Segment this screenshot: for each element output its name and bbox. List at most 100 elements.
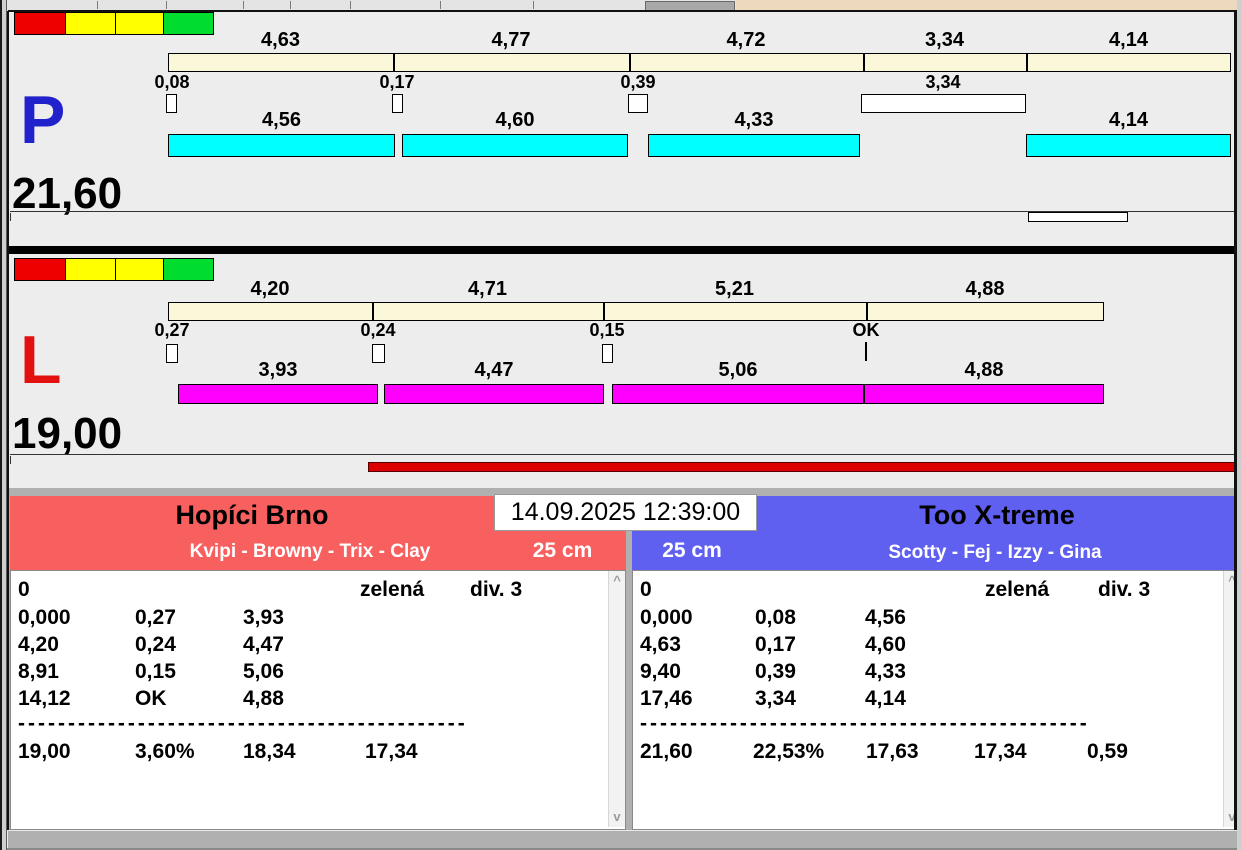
panel-left-border <box>7 11 9 830</box>
faults-cell: 0 <box>640 578 652 601</box>
lane-l-letter: L <box>20 322 62 398</box>
split-cell: 5,06 <box>243 660 284 683</box>
leg-time-label: 5,21 <box>715 278 754 300</box>
run-time-bar <box>864 384 1104 404</box>
team-left-scrollbar[interactable]: ^ v <box>608 571 625 827</box>
status-light-yellow2-p <box>115 12 165 35</box>
status-light-red-l <box>14 258 67 281</box>
team-left-height-class: 25 cm <box>532 539 593 562</box>
run-time-label: 4,14 <box>1109 109 1148 131</box>
team-right-name: Too X-treme <box>919 500 1075 530</box>
summary-cell: 17,34 <box>365 740 418 763</box>
crossing-cell: 3,34 <box>755 687 796 710</box>
strip-divider <box>533 1 534 9</box>
cum-time-cell: 4,20 <box>18 633 59 656</box>
split-cell: 4,47 <box>243 633 284 656</box>
leg-time-bar-p <box>168 53 1231 72</box>
crossing-cell: 0,08 <box>755 606 796 629</box>
crossing-cell: 0,27 <box>135 606 176 629</box>
crossing-cell: 0,24 <box>135 633 176 656</box>
status-light-red-p <box>14 12 67 35</box>
leg-time-label: 4,71 <box>468 278 507 300</box>
bar-segment-divider <box>603 303 605 320</box>
run-time-bar <box>612 384 864 404</box>
status-cell: zelená <box>985 578 1050 601</box>
status-light-green-l <box>163 258 214 281</box>
crossing-time-label: 0,17 <box>379 72 415 92</box>
lane-p-total-time: 21,60 <box>12 169 123 218</box>
bar-segment-divider <box>393 54 395 71</box>
status-cell: zelená <box>360 578 425 601</box>
faults-cell: 0 <box>18 578 30 601</box>
bar-segment-divider <box>866 303 868 320</box>
team-left-results-table <box>10 570 626 830</box>
crossing-time-label: 0,08 <box>154 72 190 92</box>
summary-percent-cell: 3,60% <box>135 740 195 763</box>
leg-time-bar-l <box>168 302 1104 321</box>
crossing-cell: 0,15 <box>135 660 176 683</box>
leg-time-label: 4,63 <box>261 29 300 51</box>
bar-segment-divider <box>863 54 865 71</box>
run-time-bar <box>402 134 628 157</box>
team-left-name: Hopíci Brno <box>175 500 329 530</box>
run-time-bar <box>648 134 860 157</box>
ok-tick-marker <box>865 342 867 361</box>
division-cell: div. 3 <box>1098 578 1151 601</box>
leg-time-label: 4,14 <box>1109 29 1148 51</box>
lane-p-letter: P <box>20 82 66 158</box>
team-right-lineup: Scotty - Fej - Izzy - Gina <box>888 542 1102 563</box>
crossing-marker <box>628 94 648 113</box>
cum-time-cell: 8,91 <box>18 660 59 683</box>
run-time-label: 3,93 <box>258 359 298 381</box>
leg-time-label: 3,34 <box>925 29 964 51</box>
summary-cell: 17,63 <box>866 740 919 763</box>
crossing-time-label: 0,24 <box>360 320 396 340</box>
run-time-bar <box>384 384 604 404</box>
bar-segment-divider <box>1026 54 1028 71</box>
summary-total-cell: 19,00 <box>18 740 71 763</box>
team-right-results-table <box>632 570 1242 830</box>
crossing-marker <box>166 344 178 363</box>
cum-time-cell: 17,46 <box>640 687 693 710</box>
run-time-label: 4,33 <box>734 109 774 131</box>
summary-percent-cell: 22,53% <box>753 740 825 763</box>
run-time-label: 4,47 <box>474 359 514 381</box>
crossing-time-label: 3,34 <box>925 72 961 92</box>
leg-time-label: 4,88 <box>965 278 1005 300</box>
crossing-time-label: 0,39 <box>620 72 656 92</box>
run-time-bar <box>168 134 395 157</box>
split-cell: 4,56 <box>865 606 906 629</box>
crossing-time-label: 0,27 <box>154 320 190 340</box>
split-cell: 4,88 <box>243 687 284 710</box>
split-cell: 4,33 <box>865 660 906 683</box>
leg-time-label: 4,77 <box>491 29 531 51</box>
lane-p-sub-marker <box>1028 212 1128 222</box>
division-cell: div. 3 <box>470 578 523 601</box>
cum-time-cell: 0,000 <box>640 606 693 629</box>
summary-cell: 17,34 <box>974 740 1027 763</box>
leg-time-label: 4,72 <box>726 29 766 51</box>
split-cell: 4,14 <box>865 687 906 710</box>
cum-time-cell: 4,63 <box>640 633 681 656</box>
lane-l-baseline <box>10 454 1234 455</box>
scrollbar-down-icon[interactable]: v <box>609 810 625 824</box>
status-light-yellow1-p <box>65 12 117 35</box>
run-time-label: 4,60 <box>495 109 535 131</box>
strip-divider <box>166 1 167 9</box>
strip-divider <box>440 1 441 9</box>
crossing-time-label: OK <box>852 320 880 340</box>
cum-time-cell: 14,12 <box>18 687 71 710</box>
scrollbar-up-icon[interactable]: ^ <box>609 574 625 588</box>
run-time-bar <box>178 384 378 404</box>
strip-divider <box>290 1 291 9</box>
crossing-marker-wide <box>861 94 1026 113</box>
table-separator: ----------------------------------------… <box>18 712 468 735</box>
timing-app-window: 4,63 4,77 4,72 3,34 4,14 0,08 0,17 0,39 … <box>0 0 1242 850</box>
crossing-time-label: 0,15 <box>589 320 625 340</box>
crossing-cell: OK <box>135 687 167 710</box>
status-light-yellow2-l <box>115 258 165 281</box>
team-right-height-class: 25 cm <box>662 539 722 562</box>
summary-cell: 18,34 <box>243 740 296 763</box>
lane-divider <box>8 246 1242 254</box>
summary-total-cell: 21,60 <box>640 740 693 763</box>
